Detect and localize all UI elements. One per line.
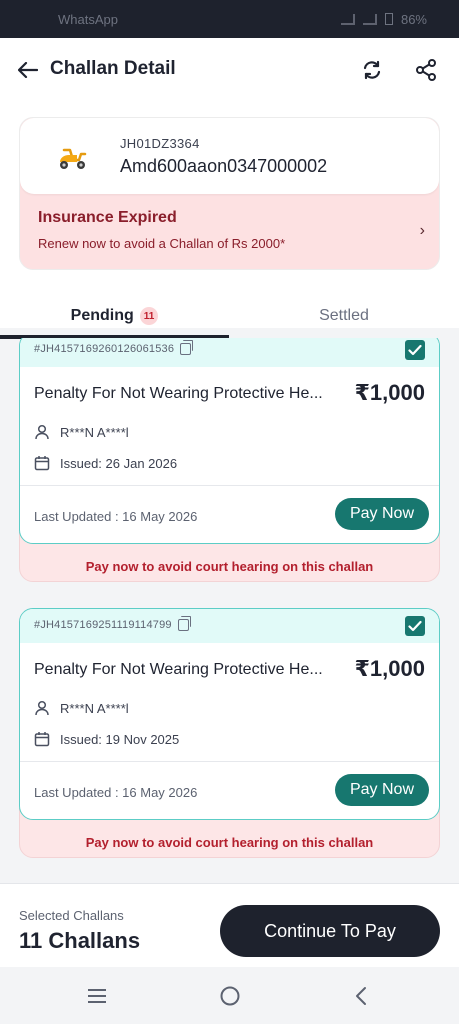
issued-date: Issued: 26 Jan 2026: [60, 455, 178, 471]
last-updated: Last Updated : 16 May 2026: [34, 509, 198, 524]
tab-settled-label: Settled: [319, 307, 369, 324]
user-icon: [35, 424, 49, 440]
status-bar: WhatsApp 86%: [0, 0, 459, 38]
issued-row: Issued: 19 Nov 2025: [34, 731, 179, 747]
back-nav-icon[interactable]: [346, 981, 376, 1011]
refresh-icon[interactable]: [358, 56, 386, 84]
insurance-status-title: Insurance Expired: [38, 209, 177, 226]
user-icon: [35, 700, 49, 716]
signal-icon: [340, 13, 355, 25]
vehicle-registration: JH01DZ3364: [120, 136, 200, 151]
pending-count-badge: 11: [139, 307, 159, 325]
insurance-status-subtitle: Renew now to avoid a Challan of Rs 2000*: [38, 236, 286, 251]
copy-icon[interactable]: [177, 616, 191, 631]
signal-icon: [362, 13, 377, 25]
continue-to-pay-button[interactable]: Continue To Pay: [220, 905, 440, 957]
home-icon[interactable]: [215, 981, 245, 1011]
copy-icon[interactable]: [180, 340, 194, 355]
calendar-icon: [34, 732, 50, 747]
owner-name: R***N A****l: [60, 424, 129, 440]
tab-bar: Pending 11 Settled: [0, 296, 459, 339]
recent-apps-icon[interactable]: [82, 981, 112, 1011]
chevron-right-icon[interactable]: ›: [420, 222, 425, 240]
scooter-icon: [56, 142, 88, 172]
vehicle-chassis-number: Amd600aaon0347000002: [120, 156, 328, 176]
tab-settled[interactable]: Settled: [229, 296, 459, 336]
status-app-name: WhatsApp: [58, 11, 118, 27]
calendar-icon: [34, 456, 50, 471]
checkbox-checked-icon[interactable]: [405, 616, 425, 636]
challan-offence: Penalty For Not Wearing Protective He...: [34, 385, 323, 402]
vehicle-card[interactable]: JH01DZ3364 Amd600aaon0347000002 Insuranc…: [19, 117, 440, 270]
header: Challan Detail JH01DZ3364 Amd600aaon0347…: [0, 38, 459, 339]
tab-pending-label: Pending: [70, 307, 134, 324]
challan-header: #JH4157169251119114799: [20, 609, 439, 643]
top-app-bar: Challan Detail: [0, 52, 459, 88]
challan-id-row: #JH4157169260126061536: [34, 340, 194, 355]
owner-row: R***N A****l: [34, 424, 129, 440]
checkout-footer: Selected Challans 11 Challans Continue T…: [0, 883, 459, 967]
tab-pending[interactable]: Pending 11: [0, 296, 229, 336]
challan-amount: ₹1,000: [354, 656, 425, 681]
court-warning-text: Pay now to avoid court hearing on this c…: [85, 559, 374, 574]
pay-now-button[interactable]: Pay Now: [335, 498, 429, 530]
divider: [20, 485, 439, 486]
vehicle-info: JH01DZ3364 Amd600aaon0347000002: [20, 118, 439, 194]
challan-id: #JH4157169260126061536: [34, 343, 175, 355]
status-icons: 86%: [340, 11, 427, 27]
challan-card[interactable]: #JH4157169260126061536 Penalty For Not W…: [19, 338, 440, 544]
share-icon[interactable]: [412, 56, 440, 84]
last-updated: Last Updated : 16 May 2026: [34, 785, 198, 800]
challan-card[interactable]: #JH4157169251119114799 Penalty For Not W…: [19, 608, 440, 820]
challan-header: #JH4157169260126061536: [20, 338, 439, 367]
battery-level: 86%: [400, 11, 427, 27]
pay-now-button[interactable]: Pay Now: [335, 774, 429, 806]
challan-offence: Penalty For Not Wearing Protective He...: [34, 661, 323, 678]
owner-row: R***N A****l: [34, 700, 129, 716]
selected-challans-label: Selected Challans: [19, 908, 124, 923]
challan-amount: ₹1,000: [354, 380, 425, 405]
issued-row: Issued: 26 Jan 2026: [34, 455, 177, 471]
battery-icon: [384, 13, 393, 25]
system-nav-bar: [0, 967, 459, 1024]
issued-date: Issued: 19 Nov 2025: [60, 731, 180, 747]
owner-name: R***N A****l: [60, 700, 129, 716]
selected-challans-count: 11 Challans: [19, 928, 141, 953]
divider: [20, 761, 439, 762]
challan-id: #JH4157169251119114799: [34, 619, 172, 631]
checkbox-checked-icon[interactable]: [405, 340, 425, 360]
arrow-left-icon[interactable]: [14, 56, 42, 84]
court-warning-text: Pay now to avoid court hearing on this c…: [85, 835, 374, 850]
challan-id-row: #JH4157169251119114799: [34, 616, 191, 631]
page-title: Challan Detail: [50, 58, 176, 79]
challan-list[interactable]: #JH4157169260126061536 Penalty For Not W…: [0, 338, 459, 883]
